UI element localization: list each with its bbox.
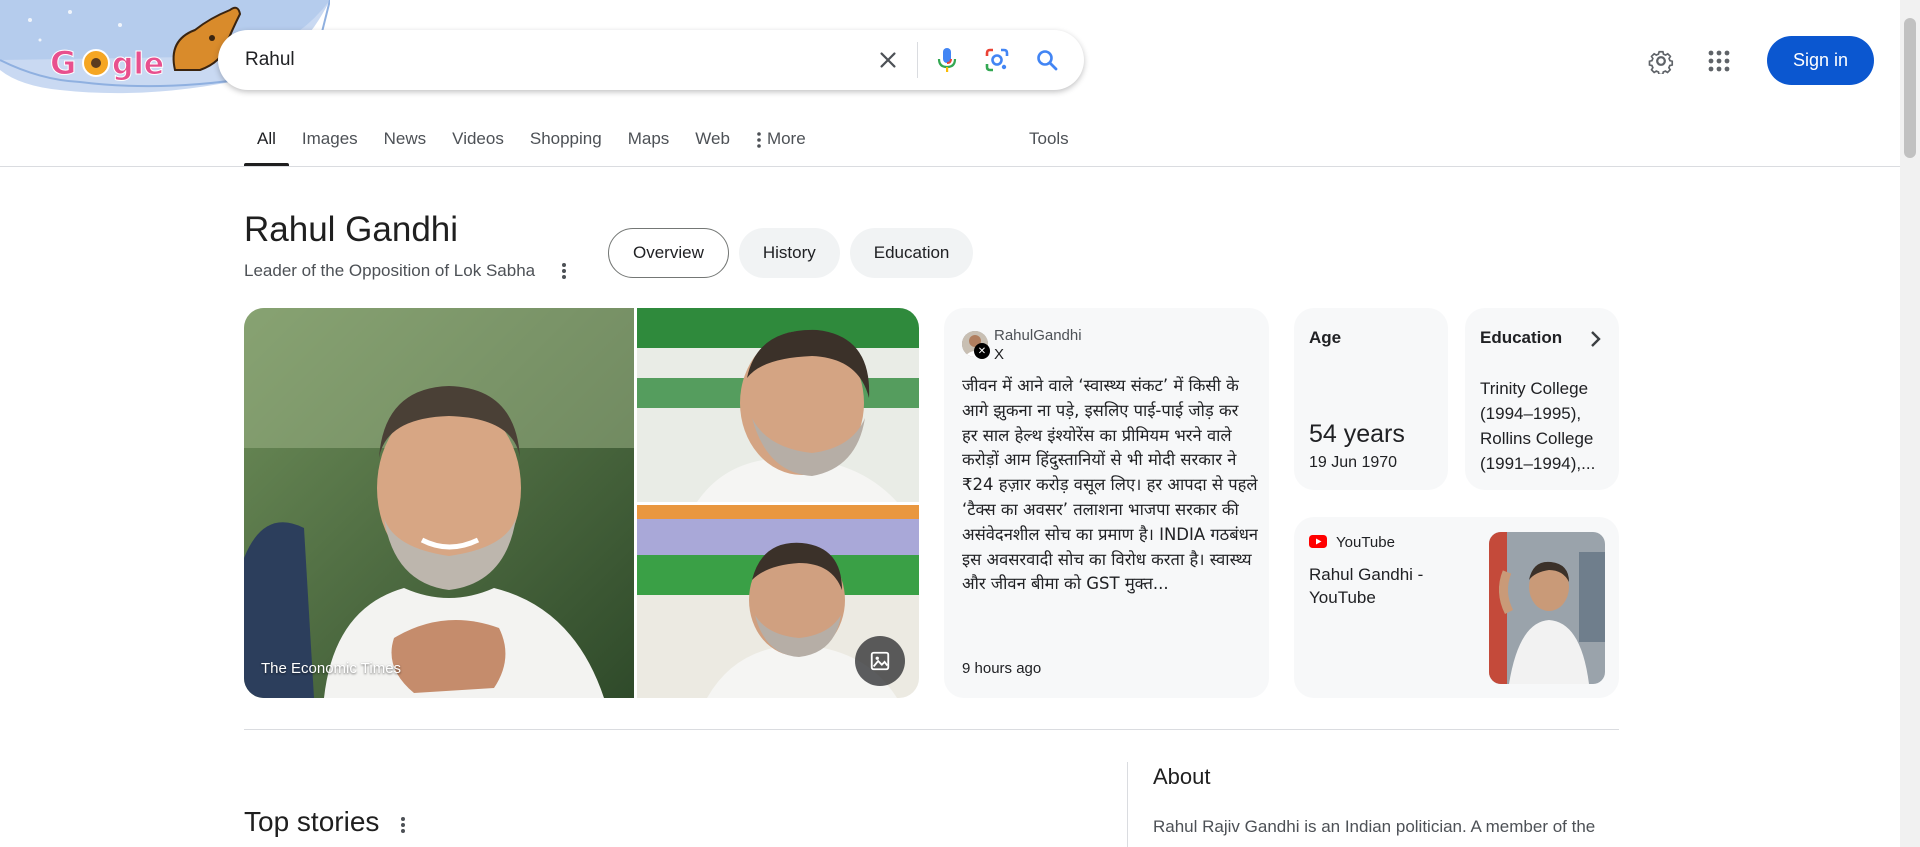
tab-maps[interactable]: Maps bbox=[615, 118, 683, 166]
entity-main-photo[interactable] bbox=[244, 308, 634, 698]
age-value: 54 years bbox=[1309, 420, 1405, 448]
google-lens-icon[interactable] bbox=[972, 30, 1022, 90]
search-tabs: All Images News Videos Shopping Maps Web… bbox=[244, 118, 819, 166]
more-options-icon[interactable] bbox=[393, 812, 413, 838]
clear-icon[interactable] bbox=[863, 30, 913, 90]
youtube-card[interactable]: YouTube Rahul Gandhi - YouTube bbox=[1294, 517, 1619, 698]
tabs-divider bbox=[0, 166, 1900, 167]
x-logo-icon: ✕ bbox=[974, 343, 990, 359]
apps-grid-icon[interactable] bbox=[1699, 41, 1739, 81]
education-label: Education bbox=[1480, 328, 1563, 347]
tab-more-label: More bbox=[766, 129, 806, 148]
image-source-label: The Economic Times bbox=[261, 660, 402, 677]
more-options-icon[interactable] bbox=[554, 259, 574, 283]
top-stories-heading: Top stories bbox=[244, 806, 380, 837]
chevron-right-icon bbox=[1589, 330, 1601, 353]
search-input[interactable]: Rahul bbox=[245, 49, 863, 71]
section-divider bbox=[244, 729, 1619, 730]
search-divider bbox=[917, 42, 918, 78]
tools-button[interactable]: Tools bbox=[1029, 129, 1069, 149]
tab-shopping[interactable]: Shopping bbox=[517, 118, 615, 166]
microphone-icon[interactable] bbox=[922, 30, 972, 90]
settings-gear-icon[interactable] bbox=[1641, 41, 1681, 81]
youtube-title: Rahul Gandhi - YouTube bbox=[1309, 565, 1424, 607]
header-actions: Sign in bbox=[1641, 36, 1874, 85]
chip-education[interactable]: Education bbox=[849, 228, 974, 278]
scrollbar-thumb[interactable] bbox=[1904, 18, 1916, 158]
svg-text:G: G bbox=[50, 44, 76, 82]
tweet-text: जीवन में आने वाले ‘स्वास्थ्य संकट’ में क… bbox=[962, 376, 1258, 594]
youtube-icon bbox=[1309, 535, 1327, 553]
youtube-source: YouTube bbox=[1336, 534, 1395, 551]
search-box[interactable]: Rahul bbox=[218, 30, 1084, 90]
scrollbar[interactable] bbox=[1900, 0, 1920, 847]
education-card[interactable]: Education Trinity College (1994–1995), R… bbox=[1465, 308, 1619, 490]
tab-news[interactable]: News bbox=[371, 118, 440, 166]
youtube-thumbnail bbox=[1489, 532, 1605, 684]
sign-in-button[interactable]: Sign in bbox=[1766, 36, 1874, 85]
entity-photo-top[interactable] bbox=[637, 308, 919, 502]
column-divider bbox=[1127, 762, 1128, 847]
age-label: Age bbox=[1309, 328, 1342, 347]
svg-text:gle: gle bbox=[112, 47, 164, 82]
entity-title: Rahul Gandhi bbox=[244, 210, 459, 249]
about-heading: About bbox=[1153, 764, 1211, 789]
more-vertical-icon bbox=[757, 132, 761, 148]
about-text: Rahul Rajiv Gandhi is an Indian politici… bbox=[1153, 817, 1596, 836]
education-value: Trinity College (1994–1995), Rollins Col… bbox=[1480, 379, 1596, 473]
tab-all[interactable]: All bbox=[244, 118, 289, 166]
tab-web[interactable]: Web bbox=[682, 118, 743, 166]
search-results-page: G gle Rahul Sign in All Images News Vide… bbox=[0, 0, 1920, 847]
tweet-timestamp: 9 hours ago bbox=[962, 660, 1042, 677]
chip-history[interactable]: History bbox=[738, 228, 840, 278]
tweet-card[interactable]: ✕ RahulGandhi X जीवन में आने वाले ‘स्वास… bbox=[944, 308, 1269, 698]
entity-subtitle: Leader of the Opposition of Lok Sabha bbox=[244, 261, 536, 280]
tab-images[interactable]: Images bbox=[289, 118, 371, 166]
birth-date: 19 Jun 1970 bbox=[1309, 454, 1398, 471]
tweet-network: X bbox=[994, 346, 1005, 363]
chip-overview[interactable]: Overview bbox=[608, 228, 729, 278]
view-images-icon[interactable] bbox=[855, 636, 905, 686]
tweet-username: RahulGandhi bbox=[994, 327, 1082, 344]
entity-chips: Overview History Education bbox=[608, 228, 974, 278]
age-card: Age 54 years 19 Jun 1970 bbox=[1294, 308, 1448, 490]
tab-videos[interactable]: Videos bbox=[439, 118, 517, 166]
tab-more[interactable]: More bbox=[743, 118, 819, 166]
search-icon[interactable] bbox=[1022, 30, 1072, 90]
